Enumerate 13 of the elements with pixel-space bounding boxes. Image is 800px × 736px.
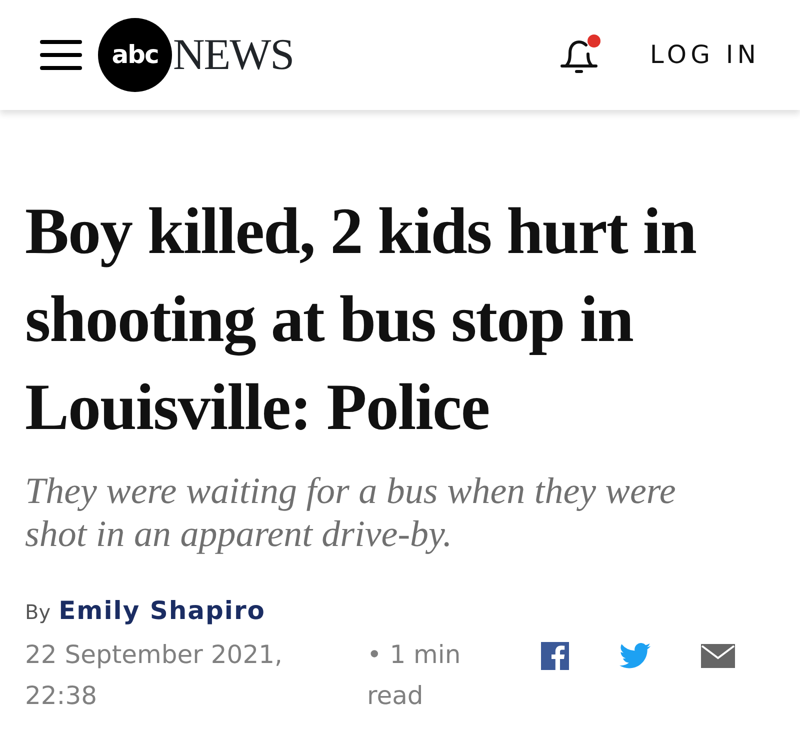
read-time: • 1 min read <box>367 638 462 712</box>
login-button[interactable]: LOG IN <box>650 36 760 74</box>
byline-label: By <box>25 599 51 626</box>
twitter-icon[interactable] <box>619 642 651 668</box>
abc-news-logo[interactable]: abc NEWS <box>98 18 294 92</box>
subheadline: They were waiting for a bus when they were shot in an apparent drive-by. <box>25 470 677 556</box>
author-link[interactable]: Emily Shapiro <box>58 592 266 630</box>
email-icon[interactable] <box>701 644 735 668</box>
publish-date: 22 September 2021, 22:38 <box>25 638 284 712</box>
menu-icon[interactable] <box>40 40 82 70</box>
facebook-icon[interactable] <box>541 642 569 670</box>
notification-bell-icon[interactable] <box>558 34 602 76</box>
headline: Boy killed, 2 kids hurt in shooting at bus stop in Louisville: Police <box>25 194 697 446</box>
